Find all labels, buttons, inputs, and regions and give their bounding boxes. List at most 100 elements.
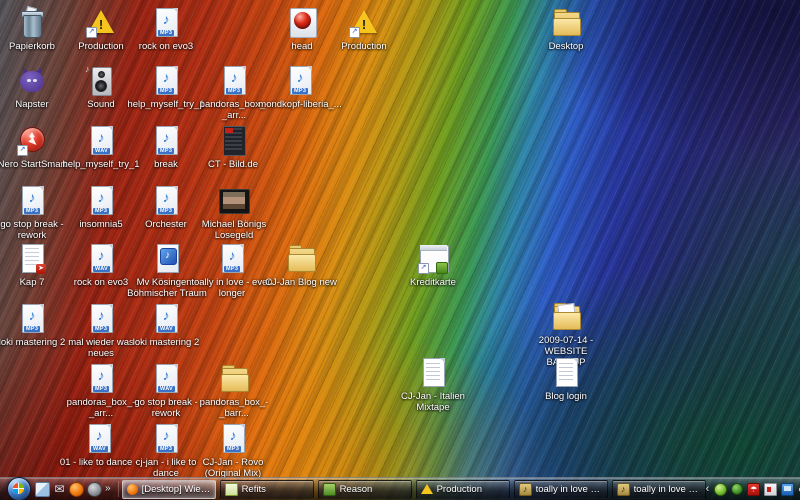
audio-format-tag: MP3	[158, 446, 174, 452]
folder-icon	[548, 8, 584, 38]
audio-format-tag: MP3	[93, 386, 109, 392]
image-thumbnail-icon	[215, 126, 251, 156]
green-shield-icon[interactable]	[731, 483, 743, 495]
taskbar-separator	[118, 481, 119, 497]
task-button-toally-in-love-even[interactable]: toally in love - even ...	[612, 480, 706, 499]
task-button-label: Production	[437, 484, 482, 495]
audio-file-icon: WAV	[83, 244, 119, 274]
audio-format-tag: WAV	[93, 266, 110, 272]
nero-startsmart-icon	[14, 126, 50, 156]
screen: PapierkorbProductionMP3rock on evo3headP…	[0, 0, 800, 500]
desktop-icon-cj-jan-blog-new[interactable]: CJ-Jan Blog new	[259, 244, 343, 288]
media-file-icon	[149, 244, 185, 274]
audio-format-tag: MP3	[24, 326, 40, 332]
desktop-icon-desktop[interactable]: Desktop	[524, 8, 608, 52]
taskbar: » [Desktop] Wie sieht ... Refits Reason Pro…	[0, 477, 800, 500]
desktop-icon-cj-jan-italien-mixtape[interactable]: CJ-Jan - Italien Mixtape	[391, 358, 475, 413]
desktop-icon-michael-b-nigs-losegeld[interactable]: Michael Bönigs Losegeld	[192, 186, 276, 241]
speaker-icon	[83, 66, 119, 96]
audio-format-tag: MP3	[224, 266, 240, 272]
audio-file-icon: MP3	[14, 186, 50, 216]
desktop-icon-cj-jan-rovo-original-mix[interactable]: MP3 CJ-Jan - Rovo (Original Mix)	[191, 424, 275, 479]
audio-file-icon: MP3	[148, 66, 184, 96]
task-button-desktop-wie-sieht[interactable]: [Desktop] Wie sieht ...	[122, 480, 216, 499]
desktop-icon-rock-on-evo3[interactable]: MP3 rock on evo3	[124, 8, 208, 52]
audio-file-icon: WAV	[148, 364, 184, 394]
warning-triangle-icon	[346, 8, 382, 38]
icon-label: CJ-Jan Blog new	[259, 277, 343, 288]
audio-file-icon: MP3	[83, 186, 119, 216]
task-button-reason[interactable]: Reason	[318, 480, 412, 499]
desktop-icon-loki-mastering-2[interactable]: WAV loki mastering 2	[124, 304, 208, 348]
icon-label: Desktop	[524, 41, 608, 52]
mail-icon[interactable]	[53, 483, 66, 496]
desktop-icon-pandoras-box-barr[interactable]: pandoras_box_-_barr...	[192, 364, 276, 419]
task-button-toally-in-love-even[interactable]: toally in love - even ...	[514, 480, 608, 499]
avira-icon[interactable]	[747, 483, 760, 496]
audio-file-icon: MP3	[214, 244, 250, 274]
napster-cat-icon	[14, 66, 50, 96]
icon-label: CJ-Jan - Rovo (Original Mix)	[191, 457, 275, 479]
audio-file-icon: MP3	[215, 424, 251, 454]
audio-file-icon: MP3	[83, 364, 119, 394]
window-green-badge-icon	[415, 244, 451, 274]
desktop-icon-ct-bild-de[interactable]: CT - Bild.de	[191, 126, 275, 170]
task-button-label: Refits	[242, 484, 266, 495]
audio-file-icon: MP3	[148, 186, 184, 216]
desktop-icon-blog-login[interactable]: Blog login	[524, 358, 608, 402]
green-messenger-icon[interactable]	[714, 483, 727, 496]
warning-triangle-icon	[83, 8, 119, 38]
icon-label: rock on evo3	[124, 41, 208, 52]
photo-thumbnail-icon	[216, 186, 252, 216]
audio-format-tag: MP3	[158, 148, 174, 154]
audio-file-icon: WAV	[148, 304, 184, 334]
audio-format-tag: MP3	[158, 208, 174, 214]
audio-file-icon: MP3	[282, 66, 318, 96]
desktop-icon-mondkopf-liberia[interactable]: MP3 mondkopf-liberia_...	[258, 66, 342, 110]
desktop-icon-production[interactable]: Production	[322, 8, 406, 52]
audio-file-icon: MP3	[83, 304, 119, 334]
icon-label: Production	[322, 41, 406, 52]
network-icon[interactable]	[781, 483, 794, 496]
desktop-icon-kreditkarte[interactable]: Kreditkarte	[391, 244, 475, 288]
pdf-document-icon	[14, 244, 50, 274]
shortcut-arrow-badge	[17, 145, 28, 156]
audio-format-tag: MP3	[93, 208, 109, 214]
icon-label: CJ-Jan - Italien Mixtape	[391, 391, 475, 413]
tray-collapse-chevron[interactable]: ‹	[706, 483, 710, 495]
shortcut-arrow-badge	[86, 27, 97, 38]
recycle-bin-icon	[14, 8, 50, 38]
desktop[interactable]: PapierkorbProductionMP3rock on evo3headP…	[0, 0, 800, 500]
task-button-production[interactable]: Production	[416, 480, 510, 499]
task-button-refits[interactable]: Refits	[220, 480, 314, 499]
icon-label: mondkopf-liberia_...	[258, 99, 342, 110]
audio-file-icon: WAV	[83, 126, 119, 156]
shortcut-arrow-badge	[349, 27, 360, 38]
audio-format-tag: MP3	[24, 208, 40, 214]
start-button[interactable]	[7, 477, 31, 500]
audio-file-icon: MP3	[148, 424, 184, 454]
icon-label: loki mastering 2	[124, 337, 208, 348]
warn-icon	[421, 484, 433, 494]
icon-label: pandoras_box_-_barr...	[192, 397, 276, 419]
audio-format-tag: MP3	[158, 30, 174, 36]
show-desktop-icon[interactable]	[35, 482, 50, 497]
media-icon[interactable]	[87, 482, 102, 497]
firefox-icon[interactable]	[69, 482, 84, 497]
audio-format-tag: MP3	[292, 88, 308, 94]
icon-label: Kreditkarte	[391, 277, 475, 288]
audio-format-tag: WAV	[93, 148, 110, 154]
audio-file-icon: MP3	[14, 304, 50, 334]
audio-file-icon: MP3	[148, 126, 184, 156]
task-button-label: [Desktop] Wie sieht ...	[142, 484, 211, 495]
tray-icons	[714, 483, 800, 496]
audio-file-icon: WAV	[81, 424, 117, 454]
shortcut-arrow-badge	[418, 263, 429, 274]
quicklaunch-overflow-chevron[interactable]: »	[105, 483, 111, 494]
icon-label: CT - Bild.de	[191, 159, 275, 170]
quick-launch-bar	[35, 482, 102, 497]
language-icon[interactable]	[764, 483, 777, 496]
audio-format-tag: MP3	[93, 326, 109, 332]
red-orb-icon	[284, 8, 320, 38]
task-button-label: toally in love - even ...	[536, 484, 603, 495]
